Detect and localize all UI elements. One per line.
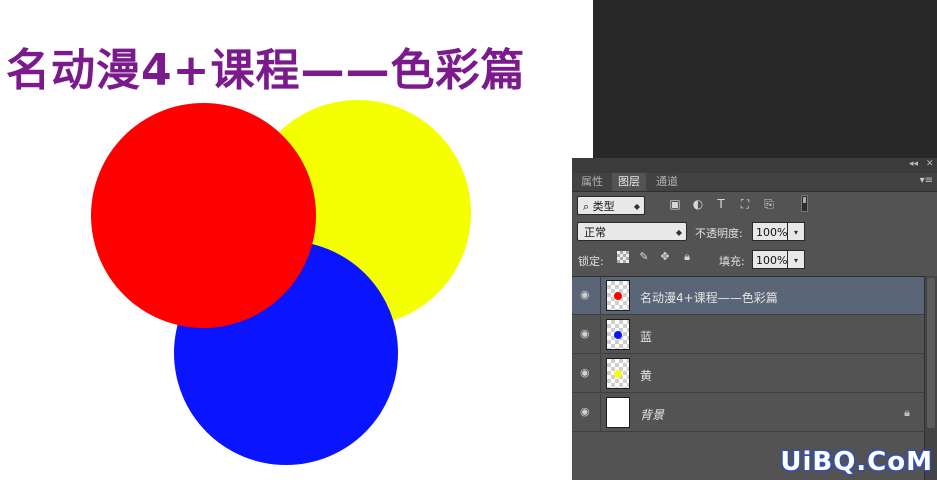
adjustment-filter-icon[interactable]: ◐ bbox=[691, 197, 705, 211]
layers-list: ◉ 名动漫4+课程——色彩篇 ◉ 蓝 ◉ 黄 ◉ 背景 🔒︎ bbox=[572, 276, 924, 435]
filter-kind-select[interactable]: ⌕ 类型 ◆ bbox=[577, 196, 645, 215]
type-filter-icon[interactable]: T bbox=[714, 197, 728, 211]
eye-icon[interactable]: ◉ bbox=[580, 367, 594, 378]
fill-label: 填充: bbox=[719, 255, 745, 268]
double-chevron-left-icon[interactable]: ◂◂ bbox=[909, 159, 918, 169]
site-watermark: UiBQ.CoM bbox=[780, 447, 933, 477]
layer-thumbnail bbox=[606, 397, 630, 428]
document-canvas: 名动漫4+课程——色彩篇 bbox=[0, 0, 593, 479]
layer-row[interactable]: ◉ 黄 bbox=[572, 355, 924, 393]
lock-row: 锁定: ✎ ✥ 🔒︎ 填充: 100% ▾ bbox=[572, 246, 937, 274]
tab-layers[interactable]: 图层 bbox=[612, 173, 646, 191]
layer-thumbnail bbox=[606, 358, 630, 389]
opacity-input[interactable]: 100% bbox=[752, 222, 788, 241]
filter-kind-label: 类型 bbox=[592, 200, 615, 213]
tab-properties[interactable]: 属性 bbox=[575, 173, 609, 191]
canvas-title-text: 名动漫4+课程——色彩篇 bbox=[6, 45, 526, 96]
tab-channels[interactable]: 通道 bbox=[650, 173, 684, 191]
divider bbox=[600, 277, 601, 315]
smart-object-filter-icon[interactable]: ⎘ bbox=[762, 197, 776, 211]
layer-row[interactable]: ◉ 蓝 bbox=[572, 316, 924, 354]
scrollbar-thumb[interactable] bbox=[927, 278, 935, 428]
lock-label: 锁定: bbox=[578, 255, 604, 268]
blend-row: 正常 ◆ 不透明度: 100% ▾ bbox=[572, 218, 937, 245]
image-filter-icon[interactable]: ▣ bbox=[668, 197, 682, 211]
layer-row[interactable]: ◉ 名动漫4+课程——色彩篇 bbox=[572, 277, 924, 315]
layer-thumbnail bbox=[606, 280, 630, 311]
panel-title-bar: ◂◂ ✕ bbox=[572, 159, 937, 173]
layer-name[interactable]: 背景 bbox=[640, 406, 664, 423]
red-circle bbox=[91, 103, 316, 328]
filter-row: ⌕ 类型 ◆ ▣ ◐ T ⛶ ⎘ bbox=[572, 192, 937, 217]
lock-all-icon[interactable]: 🔒︎ bbox=[681, 251, 693, 263]
filter-toggle-switch[interactable] bbox=[801, 195, 808, 212]
fill-input[interactable]: 100% bbox=[752, 250, 788, 269]
lock-paint-icon[interactable]: ✎ bbox=[638, 251, 650, 263]
panel-menu-icon[interactable]: ▾≡ bbox=[920, 175, 933, 186]
eye-icon[interactable]: ◉ bbox=[580, 328, 594, 339]
panel-tabs: 属性 图层 通道 ▾≡ bbox=[572, 173, 937, 192]
opacity-label: 不透明度: bbox=[695, 227, 743, 240]
layer-thumbnail bbox=[606, 319, 630, 350]
layer-name[interactable]: 蓝 bbox=[640, 328, 652, 345]
eye-icon[interactable]: ◉ bbox=[580, 289, 594, 300]
opacity-dropdown-button[interactable]: ▾ bbox=[788, 222, 805, 241]
divider bbox=[600, 355, 601, 393]
blend-mode-value: 正常 bbox=[584, 226, 606, 239]
layer-name[interactable]: 黄 bbox=[640, 367, 652, 384]
layer-row[interactable]: ◉ 背景 🔒︎ bbox=[572, 394, 924, 432]
chevron-updown-icon: ◆ bbox=[675, 228, 682, 237]
lock-position-icon[interactable]: ✥ bbox=[659, 251, 671, 263]
fill-dropdown-button[interactable]: ▾ bbox=[788, 250, 805, 269]
layer-name[interactable]: 名动漫4+课程——色彩篇 bbox=[640, 289, 778, 306]
thumbnail-dot bbox=[614, 292, 622, 300]
shape-filter-icon[interactable]: ⛶ bbox=[738, 197, 752, 211]
search-icon: ⌕ bbox=[583, 200, 590, 213]
chevron-updown-icon: ◆ bbox=[633, 202, 640, 211]
thumbnail-dot bbox=[614, 370, 622, 378]
thumbnail-dot bbox=[614, 331, 622, 339]
eye-icon[interactable]: ◉ bbox=[580, 406, 594, 417]
divider bbox=[600, 316, 601, 354]
close-icon[interactable]: ✕ bbox=[926, 159, 934, 169]
layers-panel: ◂◂ ✕ 属性 图层 通道 ▾≡ ⌕ 类型 ◆ ▣ ◐ T ⛶ ⎘ 正常 ◆ 不… bbox=[572, 158, 937, 480]
lock-icon: 🔒︎ bbox=[904, 406, 910, 419]
divider bbox=[600, 394, 601, 432]
blend-mode-select[interactable]: 正常 ◆ bbox=[577, 222, 687, 241]
lock-transparency-icon[interactable] bbox=[617, 251, 629, 263]
